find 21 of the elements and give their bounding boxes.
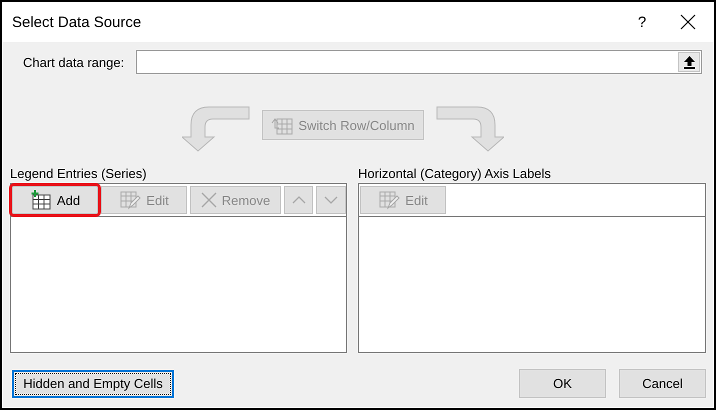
section-label: Legend Entries (Series) <box>10 166 148 181</box>
close-icon <box>200 192 217 208</box>
help-button[interactable]: ? <box>622 14 662 30</box>
table-edit-icon <box>119 190 142 210</box>
chevron-down-icon <box>324 196 338 204</box>
chart-data-range-field[interactable] <box>136 50 702 74</box>
hidden-empty-cells-button[interactable]: Hidden and Empty Cells <box>12 370 174 398</box>
table-add-icon <box>30 190 52 210</box>
upload-arrow-icon <box>684 56 694 68</box>
add-button[interactable]: Add <box>12 186 98 214</box>
section-label: Horizontal (Category) Axis Labels <box>358 166 552 181</box>
close-icon <box>680 14 696 30</box>
table-edit-icon <box>378 190 400 210</box>
window-title: Select Data Source <box>12 14 142 30</box>
field-label: Chart data range: <box>23 54 124 70</box>
collapse-dialog-button[interactable] <box>678 52 700 72</box>
dialog-button[interactable]: OK <box>519 369 606 398</box>
curved-arrow-icon <box>436 106 504 152</box>
curved-arrow-icon <box>182 106 250 152</box>
chevron-up-icon <box>292 196 306 204</box>
dialog-button[interactable]: Cancel <box>619 369 706 398</box>
